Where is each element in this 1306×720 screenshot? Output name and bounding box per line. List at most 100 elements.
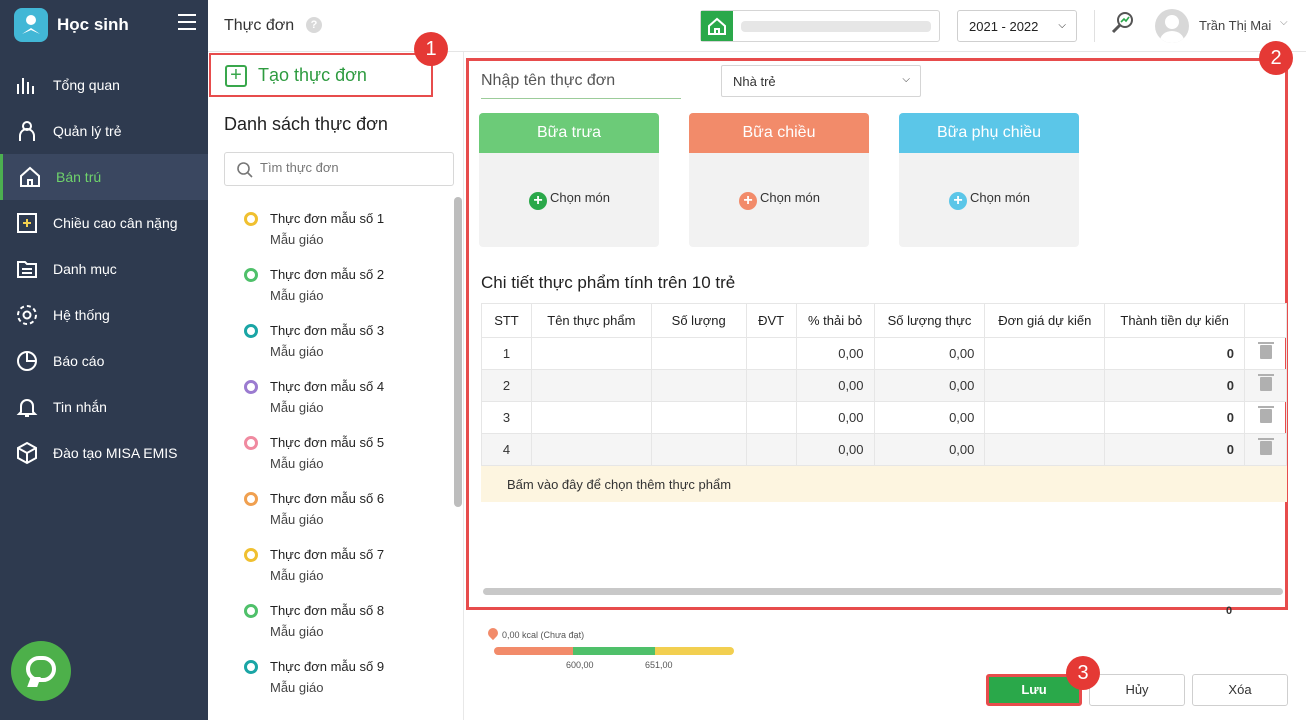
cell-food-name[interactable]: [530, 369, 652, 402]
status-dot: [244, 492, 258, 506]
sidebar-item-chieu-cao[interactable]: Chiều cao cân nặng: [0, 200, 208, 246]
sidebar-item-he-thong[interactable]: Hệ thống: [0, 292, 208, 338]
menu-name-input[interactable]: Nhập tên thực đơn: [481, 69, 681, 99]
callout-badge-2: 2: [1259, 41, 1293, 75]
hamburger-menu-icon[interactable]: [178, 14, 196, 34]
app-title: Học sinh: [57, 15, 129, 34]
cell-food-name[interactable]: [530, 433, 652, 466]
box-icon: [17, 441, 37, 465]
delete-row-button[interactable]: [1244, 433, 1287, 466]
sidebar: Học sinh Tổng quan Quản lý trẻ Bán trú C…: [0, 0, 208, 720]
age-group-value: Nhà trẻ: [733, 74, 776, 89]
list-item[interactable]: Thực đơn mẫu số 4 Mẫu giáo: [208, 372, 454, 428]
food-table: STT Tên thực phẩm Số lượng ĐVT % thải bỏ…: [481, 303, 1287, 466]
horizontal-scrollbar[interactable]: [483, 588, 1283, 595]
delete-row-button[interactable]: [1244, 369, 1287, 402]
list-item[interactable]: Thực đơn mẫu số 7 Mẫu giáo: [208, 540, 454, 596]
chevron-down-icon[interactable]: ⌵: [1280, 17, 1288, 28]
table-row[interactable]: 3 0,00 0,00 0: [481, 401, 1287, 434]
meal-card-afternoon: Bữa chiều + Chọn món: [689, 113, 869, 247]
table-row[interactable]: 4 0,00 0,00 0: [481, 433, 1287, 466]
list-item[interactable]: Thực đơn mẫu số 8 Mẫu giáo: [208, 596, 454, 652]
energy-label: 0,00 kcal (Chưa đạt): [502, 630, 585, 640]
cell-unit-price[interactable]: [984, 369, 1106, 402]
list-item[interactable]: Thực đơn mẫu số 9 Mẫu giáo: [208, 652, 454, 708]
avatar[interactable]: [1155, 9, 1189, 43]
menu-group: Mẫu giáo: [270, 456, 324, 471]
table-row[interactable]: 2 0,00 0,00 0: [481, 369, 1287, 402]
cell-quantity[interactable]: [650, 337, 747, 370]
sidebar-item-label: Hệ thống: [53, 307, 110, 323]
cell-amount: 0: [1104, 433, 1245, 466]
school-year-select[interactable]: 2021 - 2022 ⌵: [957, 10, 1077, 42]
delete-button[interactable]: Xóa: [1192, 674, 1288, 706]
create-menu-button[interactable]: + Tạo thực đơn: [209, 53, 433, 97]
menu-group: Mẫu giáo: [270, 512, 324, 527]
cell-quantity[interactable]: [650, 433, 747, 466]
help-icon[interactable]: ?: [306, 17, 322, 33]
table-row[interactable]: 1 0,00 0,00 0: [481, 337, 1287, 370]
status-dot: [244, 548, 258, 562]
bar-chart-icon: [17, 78, 34, 94]
delete-row-button[interactable]: [1244, 337, 1287, 370]
menu-list: Thực đơn mẫu số 1 Mẫu giáo Thực đơn mẫu s…: [208, 204, 454, 708]
sidebar-item-quan-ly-tre[interactable]: Quản lý trẻ: [0, 108, 208, 154]
sidebar-item-label: Bán trú: [56, 169, 102, 185]
meal-title: Bữa chiều: [689, 113, 869, 153]
total-amount: 0: [1226, 605, 1233, 617]
cell-food-name[interactable]: [530, 401, 652, 434]
status-dot: [244, 436, 258, 450]
analytics-search-icon[interactable]: [1110, 10, 1136, 36]
cell-unit[interactable]: [745, 401, 797, 434]
folder-icon: [17, 261, 37, 278]
plus-icon: +: [225, 65, 247, 87]
cell-quantity[interactable]: [650, 369, 747, 402]
sidebar-item-ban-tru[interactable]: Bán trú: [0, 154, 208, 200]
energy-status: 0,00 kcal (Chưa đạt): [485, 625, 585, 641]
sidebar-item-dao-tao[interactable]: Đào tạo MISA EMIS: [0, 430, 208, 476]
choose-dish-button[interactable]: + Chọn món: [949, 190, 1030, 210]
cell-waste-percent[interactable]: 0,00: [795, 433, 875, 466]
app-logo-icon[interactable]: [14, 8, 48, 42]
cell-unit[interactable]: [745, 337, 797, 370]
user-name[interactable]: Trần Thị Mai: [1199, 18, 1271, 33]
search-input[interactable]: [260, 160, 440, 175]
sidebar-item-tong-quan[interactable]: Tổng quan: [0, 62, 208, 108]
choose-dish-button[interactable]: + Chọn món: [529, 190, 610, 210]
cell-waste-percent[interactable]: 0,00: [795, 337, 875, 370]
chevron-down-icon: ⌵: [1058, 20, 1066, 31]
menu-editor: Nhập tên thực đơn Nhà trẻ ⌵ Bữa trưa + Ch…: [466, 58, 1288, 610]
sidebar-item-danh-muc[interactable]: Danh mục: [0, 246, 208, 292]
cell-quantity[interactable]: [650, 401, 747, 434]
cell-waste-percent[interactable]: 0,00: [795, 369, 875, 402]
list-item[interactable]: Thực đơn mẫu số 5 Mẫu giáo: [208, 428, 454, 484]
list-item[interactable]: Thực đơn mẫu số 2 Mẫu giáo: [208, 260, 454, 316]
meal-title: Bữa phụ chiều: [899, 113, 1079, 153]
list-item[interactable]: Thực đơn mẫu số 6 Mẫu giáo: [208, 484, 454, 540]
sidebar-item-label: Đào tạo MISA EMIS: [53, 445, 178, 461]
cell-unit-price[interactable]: [984, 401, 1106, 434]
cell-food-name[interactable]: [530, 337, 652, 370]
delete-row-button[interactable]: [1244, 401, 1287, 434]
cell-waste-percent[interactable]: 0,00: [795, 401, 875, 434]
cell-unit-price[interactable]: [984, 433, 1106, 466]
school-name-redacted: [741, 21, 931, 32]
add-food-row[interactable]: Bấm vào đây để chọn thêm thực phẩm: [481, 466, 1287, 502]
choose-dish-button[interactable]: + Chọn món: [739, 190, 820, 210]
chat-support-button[interactable]: [11, 641, 71, 701]
sidebar-item-tin-nhan[interactable]: Tin nhắn: [0, 384, 208, 430]
cell-unit[interactable]: [745, 433, 797, 466]
cell-unit-price[interactable]: [984, 337, 1106, 370]
cell-unit[interactable]: [745, 369, 797, 402]
age-group-select[interactable]: Nhà trẻ ⌵: [721, 65, 921, 97]
trash-icon: [1257, 342, 1274, 359]
cancel-button[interactable]: Hủy: [1089, 674, 1185, 706]
list-item[interactable]: Thực đơn mẫu số 3 Mẫu giáo: [208, 316, 454, 372]
vertical-scrollbar[interactable]: [454, 197, 462, 507]
school-selector[interactable]: [700, 10, 940, 42]
menu-name: Thực đơn mẫu số 8: [270, 603, 385, 618]
menu-group: Mẫu giáo: [270, 232, 324, 247]
sidebar-item-bao-cao[interactable]: Báo cáo: [0, 338, 208, 384]
list-item[interactable]: Thực đơn mẫu số 1 Mẫu giáo: [208, 204, 454, 260]
energy-segment-ok: [573, 647, 655, 655]
